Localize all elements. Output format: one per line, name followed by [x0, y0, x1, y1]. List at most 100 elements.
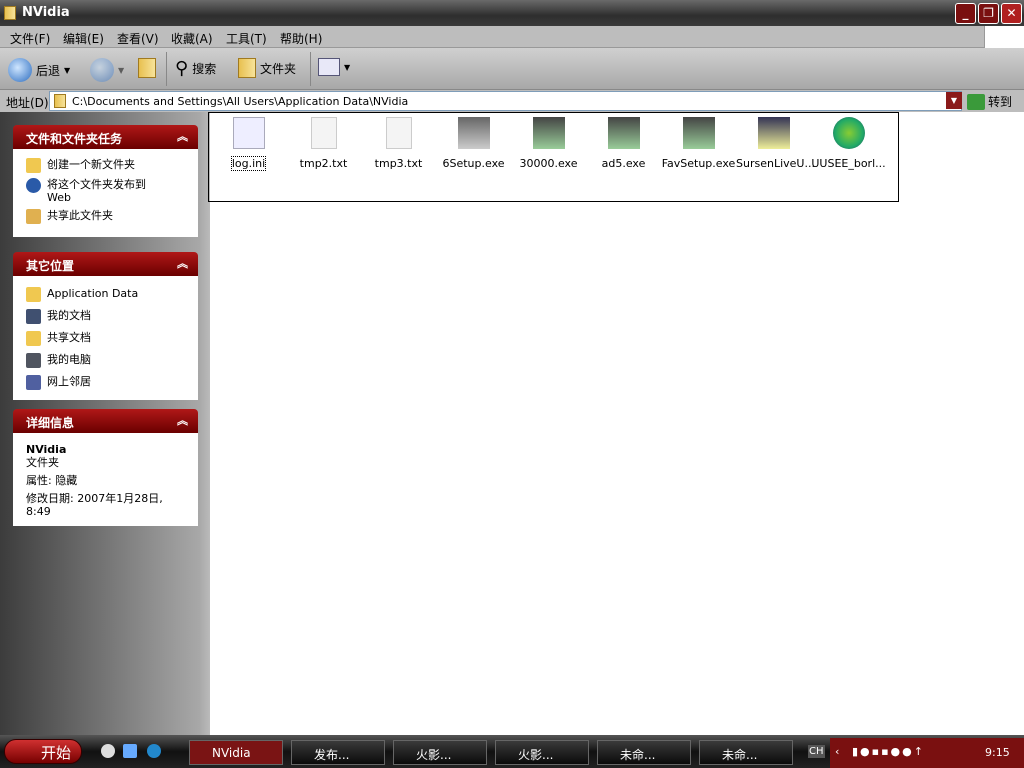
folder-icon	[4, 6, 16, 20]
installer-icon	[757, 117, 790, 149]
detail-attributes: 属性: 隐藏	[26, 474, 78, 487]
close-button[interactable]: ✕	[1001, 3, 1022, 24]
title-bar: NVidia _ ❐ ✕	[0, 0, 1024, 26]
panel-header[interactable]: 文件和文件夹任务 ︽	[13, 125, 198, 149]
setup-exe-icon	[457, 117, 490, 149]
text-file-icon	[310, 117, 337, 149]
place-my-computer[interactable]: 我的电脑	[26, 353, 198, 368]
menu-file[interactable]: 文件(F)	[10, 30, 50, 47]
my-documents-icon	[26, 309, 41, 324]
address-label: 地址(D)	[6, 96, 49, 110]
make-new-folder-link[interactable]: 创建一个新文件夹	[26, 158, 198, 173]
taskbar-button[interactable]: 未命...	[699, 740, 793, 765]
taskbar-button-nvidia[interactable]: NVidia	[189, 740, 283, 765]
language-indicator[interactable]: CH	[808, 745, 825, 758]
place-shared-documents[interactable]: 共享文档	[26, 331, 198, 346]
show-hidden-icons[interactable]: ‹	[835, 745, 839, 758]
setup-exe-icon	[532, 117, 565, 149]
forward-button[interactable]: ▼	[90, 58, 124, 82]
folder-icon	[54, 94, 66, 108]
setup-exe-icon	[607, 117, 640, 149]
detail-name: NVidia	[26, 443, 67, 456]
views-icon	[318, 58, 340, 76]
uusee-icon	[832, 117, 865, 149]
place-network[interactable]: 网上邻居	[26, 375, 198, 390]
menu-help[interactable]: 帮助(H)	[280, 30, 322, 47]
text-file-icon	[385, 117, 412, 149]
toolbar: 后退 ▼ ▼ ⚲ 搜索 文件夹 ▼	[0, 48, 1024, 90]
ini-file-icon	[232, 117, 265, 149]
collapse-icon[interactable]: ︽	[177, 255, 188, 271]
network-icon	[26, 375, 41, 390]
windows-logo	[984, 26, 1024, 48]
ie-icon[interactable]	[147, 744, 161, 758]
panel-header[interactable]: 详细信息 ︽	[13, 409, 198, 433]
file-item[interactable]: FavSetup.exe	[661, 117, 736, 170]
back-button[interactable]: 后退 ▼	[8, 58, 70, 82]
menu-tools[interactable]: 工具(T)	[226, 30, 267, 47]
publish-web-link[interactable]: 将这个文件夹发布到 Web	[26, 178, 198, 204]
file-item[interactable]: UUSEE_borl...	[811, 117, 886, 170]
place-my-documents[interactable]: 我的文档	[26, 309, 198, 324]
file-item[interactable]: SursenLiveU...	[736, 117, 815, 170]
menu-view[interactable]: 查看(V)	[117, 30, 159, 47]
file-item[interactable]: tmp3.txt	[361, 117, 436, 170]
file-item[interactable]: log.ini	[211, 117, 286, 171]
collapse-icon[interactable]: ︽	[177, 128, 188, 144]
forward-arrow-icon	[90, 58, 114, 82]
other-places-panel: 其它位置 ︽ Application Data 我的文档 共享文档 我的电脑 网上…	[13, 252, 198, 400]
minimize-button[interactable]: _	[955, 3, 976, 24]
address-bar: 地址(D) C:\Documents and Settings\All User…	[0, 90, 1024, 112]
my-computer-icon	[26, 353, 41, 368]
show-desktop-icon[interactable]	[123, 744, 137, 758]
search-icon: ⚲	[175, 58, 189, 79]
detail-type: 文件夹	[26, 456, 59, 469]
folders-button[interactable]: 文件夹	[238, 58, 296, 78]
panel-header[interactable]: 其它位置 ︽	[13, 252, 198, 276]
go-arrow-icon	[967, 93, 985, 110]
new-folder-icon	[26, 158, 41, 173]
menu-bar: 文件(F) 编辑(E) 查看(V) 收藏(A) 工具(T) 帮助(H)	[0, 26, 1024, 48]
go-button[interactable]: 转到	[967, 93, 1012, 110]
detail-modified: 修改日期: 2007年1月28日, 8:49	[26, 492, 163, 518]
window-title: NVidia	[22, 5, 70, 20]
up-folder-icon	[138, 58, 156, 78]
globe-icon	[26, 178, 41, 193]
setup-exe-icon	[682, 117, 715, 149]
details-panel: 详细信息 ︽ NVidia 文件夹 属性: 隐藏 修改日期: 2007年1月28日…	[13, 409, 198, 526]
collapse-icon[interactable]: ︽	[177, 412, 188, 428]
up-folder-button[interactable]	[138, 58, 156, 78]
restore-button[interactable]: ❐	[978, 3, 999, 24]
back-arrow-icon	[8, 58, 32, 82]
share-folder-link[interactable]: 共享此文件夹	[26, 209, 198, 224]
folders-icon	[238, 58, 256, 78]
taskbar-button[interactable]: 发布...	[291, 740, 385, 765]
share-folder-icon	[26, 209, 41, 224]
search-button[interactable]: ⚲ 搜索	[175, 58, 216, 79]
file-tasks-panel: 文件和文件夹任务 ︽ 创建一个新文件夹 将这个文件夹发布到 Web 共享此文件夹	[13, 125, 198, 237]
folder-icon	[26, 287, 41, 302]
file-item[interactable]: ad5.exe	[586, 117, 661, 170]
taskbar-button[interactable]: 未命...	[597, 740, 691, 765]
file-grid: log.ini tmp2.txt tmp3.txt 6Setup.exe 300…	[208, 112, 899, 202]
file-view: log.ini tmp2.txt tmp3.txt 6Setup.exe 300…	[208, 112, 1024, 735]
file-item[interactable]: tmp2.txt	[286, 117, 361, 170]
tray-icons[interactable]: ▮●▪▪●●↑	[852, 745, 925, 758]
menu-edit[interactable]: 编辑(E)	[63, 30, 104, 47]
file-item[interactable]: 30000.exe	[511, 117, 586, 170]
media-player-icon[interactable]	[101, 744, 115, 758]
place-application-data[interactable]: Application Data	[26, 287, 198, 302]
address-input[interactable]: C:\Documents and Settings\All Users\Appl…	[49, 91, 962, 111]
menu-favorites[interactable]: 收藏(A)	[171, 30, 213, 47]
folder-icon	[26, 331, 41, 346]
clock: 9:15	[985, 746, 1010, 759]
views-button[interactable]: ▼	[318, 58, 350, 76]
taskbar-button[interactable]: 火影...	[495, 740, 589, 765]
taskbar-button[interactable]: 火影...	[393, 740, 487, 765]
address-dropdown[interactable]: ▼	[946, 92, 962, 109]
taskbar: 开始 NVidia 发布... 火影... 火影... 未命... 未命... …	[0, 735, 1024, 768]
task-pane: 文件和文件夹任务 ︽ 创建一个新文件夹 将这个文件夹发布到 Web 共享此文件夹 …	[0, 112, 210, 735]
system-tray: ‹ ▮●▪▪●●↑ 9:15	[830, 738, 1024, 768]
file-item[interactable]: 6Setup.exe	[436, 117, 511, 170]
start-button[interactable]: 开始	[4, 739, 82, 764]
